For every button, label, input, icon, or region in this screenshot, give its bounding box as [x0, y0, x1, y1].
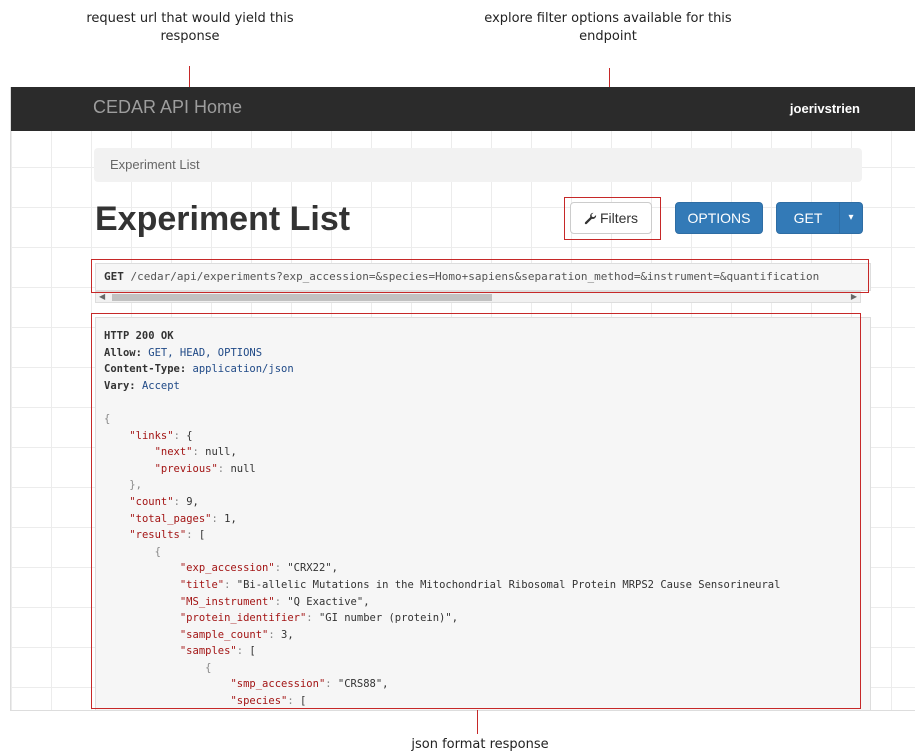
scroll-right-arrow-icon[interactable]: ▶	[851, 292, 857, 301]
breadcrumb-item-experiment-list[interactable]: Experiment List	[110, 157, 200, 172]
filters-annotation: explore filter options available for thi…	[484, 11, 732, 44]
json-annotation-line	[477, 710, 478, 734]
url-annotation: request url that would yield this respon…	[86, 11, 294, 44]
json-annotation: json format response	[411, 737, 549, 752]
breadcrumb: Experiment List	[94, 148, 862, 182]
api-browser-window: CEDAR API Home joerivstrien Experiment L…	[10, 87, 915, 711]
options-button[interactable]: OPTIONS	[675, 202, 763, 234]
user-menu[interactable]: joerivstrien	[790, 101, 860, 116]
response-highlight-box	[91, 313, 861, 709]
filters-highlight-box	[564, 197, 661, 240]
navbar: CEDAR API Home joerivstrien	[11, 87, 915, 131]
brand-link[interactable]: CEDAR API Home	[93, 97, 242, 118]
url-highlight-box	[91, 259, 869, 293]
scroll-left-arrow-icon[interactable]: ◀	[99, 292, 105, 301]
scroll-thumb[interactable]	[112, 294, 492, 301]
chevron-down-icon: ▾	[848, 212, 854, 223]
get-format-dropdown[interactable]: ▾	[839, 202, 863, 234]
get-button[interactable]: GET	[776, 202, 840, 234]
page-title: Experiment List	[95, 200, 351, 238]
